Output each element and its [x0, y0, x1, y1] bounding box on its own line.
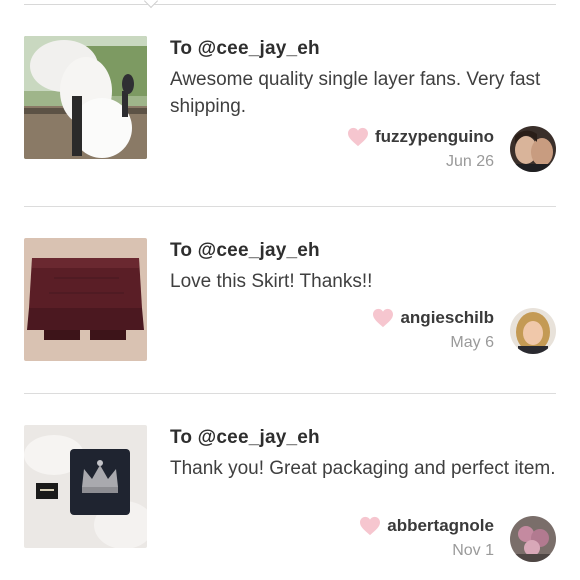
recipient-label: To @cee_jay_eh — [170, 427, 320, 448]
review-date: Jun 26 — [445, 153, 494, 170]
author-username[interactable]: angieschilb — [400, 308, 494, 328]
review-date: May 6 — [450, 334, 494, 351]
review-date: Nov 1 — [452, 542, 494, 559]
heart-icon[interactable] — [359, 516, 381, 536]
flowers-avatar-photo — [510, 516, 556, 562]
recipient-label: To @cee_jay_eh — [170, 240, 320, 261]
author-username[interactable]: fuzzypenguino — [375, 127, 494, 147]
white-feather-fans-photo — [24, 36, 147, 159]
author-row: fuzzypenguino — [347, 127, 494, 147]
author-avatar[interactable] — [510, 126, 556, 172]
author-row: abbertagnole — [359, 516, 494, 536]
heart-icon[interactable] — [347, 127, 369, 147]
recipient-label: To @cee_jay_eh — [170, 38, 320, 59]
author-avatar[interactable] — [510, 308, 556, 354]
burgundy-skirt-photo — [24, 238, 147, 361]
couple-avatar-photo — [510, 126, 556, 172]
author-username[interactable]: abbertagnole — [387, 516, 494, 536]
review-message: Thank you! Great packaging and perfect i… — [170, 458, 556, 479]
listing-thumbnail[interactable] — [24, 36, 147, 159]
listing-thumbnail[interactable] — [24, 238, 147, 361]
heart-icon[interactable] — [372, 308, 394, 328]
crown-wallet-photo — [24, 425, 147, 548]
review-divider — [24, 206, 556, 207]
listing-thumbnail[interactable] — [24, 425, 147, 548]
author-row: angieschilb — [372, 308, 494, 328]
top-divider — [24, 4, 556, 5]
review-message: Love this Skirt! Thanks!! — [170, 271, 373, 292]
blonde-woman-avatar-photo — [510, 308, 556, 354]
review-divider — [24, 393, 556, 394]
review-message: Awesome quality single layer fans. Very … — [170, 69, 541, 117]
author-avatar[interactable] — [510, 516, 556, 562]
